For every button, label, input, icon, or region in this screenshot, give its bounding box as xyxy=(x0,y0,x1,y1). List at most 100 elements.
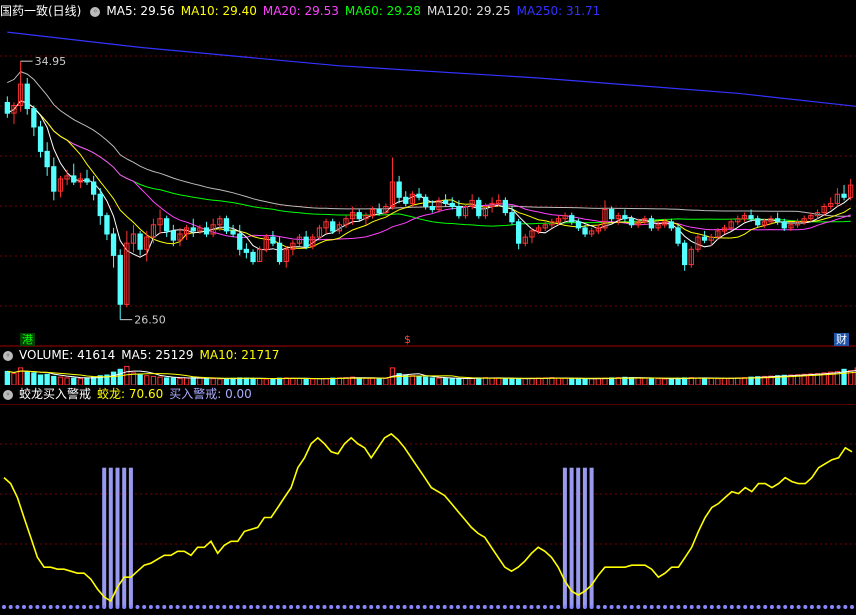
volume-bar xyxy=(157,376,163,385)
alert-dot xyxy=(175,605,180,609)
volume-bar xyxy=(476,377,482,385)
alert-dot xyxy=(636,605,641,609)
volume-bar xyxy=(44,373,50,385)
alert-dot xyxy=(75,605,80,609)
alert-dot xyxy=(816,605,821,609)
volume-bar xyxy=(449,378,455,385)
ma-item: MA120: 29.25 xyxy=(426,4,511,18)
price-chart: 34.95 26.50 xyxy=(0,31,856,347)
alert-dot xyxy=(262,605,267,609)
volume-bar xyxy=(383,377,389,385)
candle-body xyxy=(110,233,117,256)
volume-bar xyxy=(150,375,157,385)
candle-body xyxy=(449,202,455,207)
volume-bar xyxy=(316,378,323,385)
volume-bar xyxy=(31,372,37,385)
alert-dot xyxy=(2,605,6,609)
volume-bar xyxy=(17,367,24,385)
volume-bar xyxy=(522,378,528,385)
volume-bar xyxy=(170,377,176,385)
volume-bar xyxy=(668,378,675,385)
ma-item: MA5: 29.56 xyxy=(106,4,175,18)
alert-dot xyxy=(108,605,113,609)
volume-bar xyxy=(217,378,223,385)
indicator-name: 蛟龙买入警戒 xyxy=(19,387,92,401)
alert-dot xyxy=(776,605,781,609)
alert-dot xyxy=(15,605,20,609)
alert-dot xyxy=(48,605,53,609)
alert-dot xyxy=(769,605,774,609)
alert-dot xyxy=(282,605,287,609)
volume-bar xyxy=(469,377,475,385)
alert-dot xyxy=(148,605,153,609)
alert-dot xyxy=(342,605,347,609)
candle-body xyxy=(330,221,336,232)
alert-dot xyxy=(82,605,87,609)
ma120-line xyxy=(7,71,851,217)
volume-bar xyxy=(529,377,535,385)
volume-bar xyxy=(516,378,522,385)
alert-dot xyxy=(803,605,808,609)
alert-dot xyxy=(703,605,708,609)
alert-dot xyxy=(329,605,334,609)
volume-bar xyxy=(376,378,382,385)
volume-bar xyxy=(462,377,469,385)
price-legend: 国药一致(日线) ◦ MA5: 29.56 MA10: 29.40 MA20: 29.5… xyxy=(0,3,612,19)
candle-body xyxy=(84,178,90,183)
candle-body xyxy=(675,227,681,244)
alert-dot xyxy=(235,605,240,609)
volume-bar xyxy=(562,377,568,385)
volume-bar xyxy=(51,375,57,385)
alert-dot xyxy=(369,605,374,609)
volume-bar xyxy=(336,377,343,385)
alert-dot xyxy=(516,605,521,609)
candle-body xyxy=(648,218,655,229)
alert-dot xyxy=(189,605,193,609)
volume-bar xyxy=(296,378,303,385)
volume-bar xyxy=(197,377,203,385)
candle-body xyxy=(117,254,123,305)
volume-bar xyxy=(482,377,489,385)
alert-dot xyxy=(222,605,227,609)
alert-dot xyxy=(42,605,47,609)
candle-body xyxy=(682,242,688,266)
alert-dot xyxy=(8,605,13,609)
volume-bar xyxy=(655,378,661,385)
alert-dot xyxy=(302,605,307,609)
alert-dot xyxy=(122,605,127,609)
alert-dot xyxy=(255,605,260,609)
finance-badge[interactable]: 财 xyxy=(834,333,849,346)
volume-bar xyxy=(290,377,296,385)
alert-dot xyxy=(168,605,173,609)
alert-dot xyxy=(683,605,688,609)
volume-bar xyxy=(409,375,416,385)
alert-dot xyxy=(436,605,440,609)
alert-dot xyxy=(830,605,834,609)
alert-dot xyxy=(202,605,207,609)
hk-badge[interactable]: 港 xyxy=(20,333,35,346)
candle-body xyxy=(230,230,236,235)
candle-body xyxy=(841,193,847,198)
alert-dot xyxy=(22,605,26,609)
collapse-toggle-icon[interactable]: ◦ xyxy=(90,6,101,17)
volume-bar xyxy=(735,377,741,385)
candle-body xyxy=(403,196,409,204)
candle-body xyxy=(270,236,276,244)
volume-bar xyxy=(64,377,70,385)
candle-body xyxy=(575,221,582,229)
alert-dot xyxy=(476,605,481,609)
alert-dot xyxy=(182,605,187,609)
volume-legend: ◦ VOLUME: 41614 MA5: 25129 MA10: 21717 xyxy=(0,347,285,363)
ma250-line xyxy=(7,31,856,107)
dollar-badge[interactable]: $ xyxy=(402,333,413,346)
volume-bar xyxy=(741,377,748,385)
alert-dot xyxy=(643,605,647,609)
candle-body xyxy=(223,218,230,232)
alert-dot xyxy=(596,605,601,609)
collapse-toggle-icon[interactable]: ◦ xyxy=(3,389,13,400)
alert-dot xyxy=(102,605,107,609)
collapse-toggle-icon[interactable]: ◦ xyxy=(3,350,13,361)
volume-bar xyxy=(144,375,150,385)
alert-dot xyxy=(509,605,514,609)
volume-bar xyxy=(117,368,123,385)
